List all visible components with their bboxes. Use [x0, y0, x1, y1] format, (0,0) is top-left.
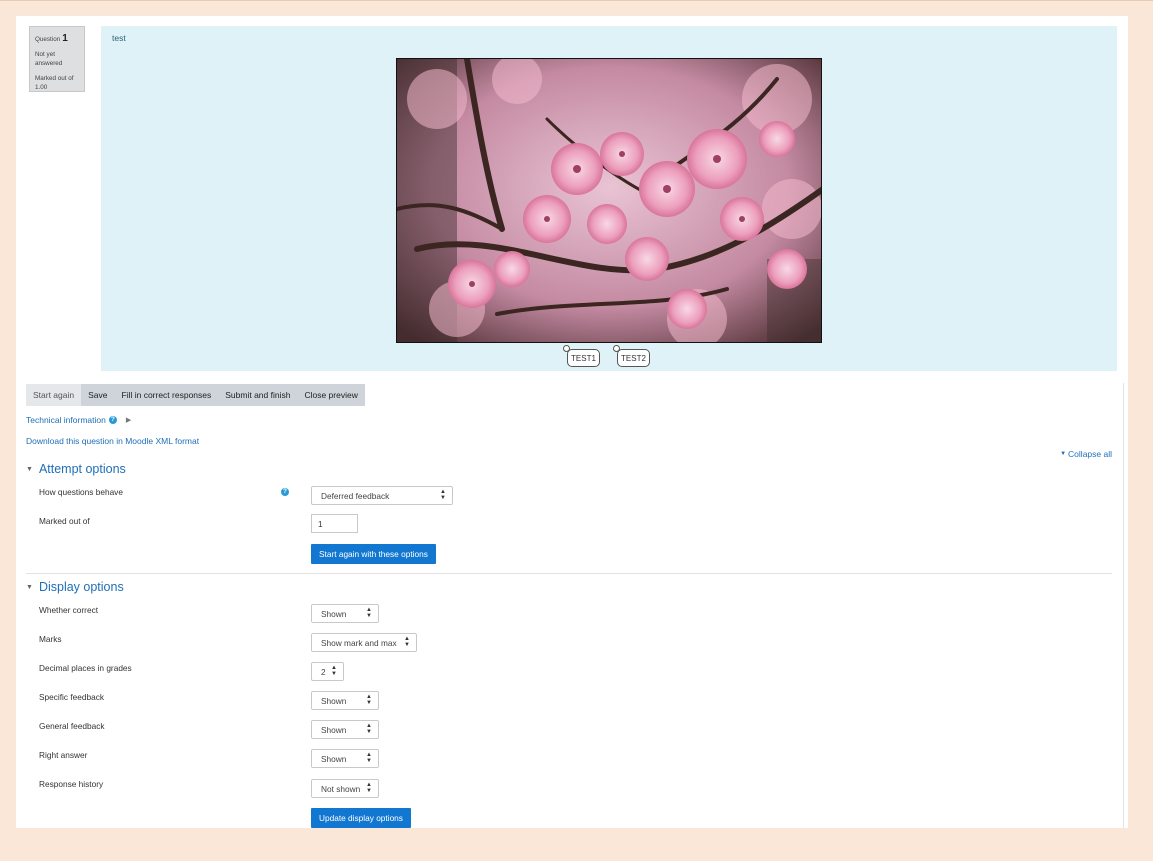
collapse-all-link[interactable]: ▼ Collapse all: [1060, 449, 1112, 459]
attempt-options-header[interactable]: ▼ Attempt options: [26, 462, 126, 476]
general-feedback-label: General feedback: [39, 721, 105, 731]
start-again-with-options-button[interactable]: Start again with these options: [311, 544, 436, 564]
drag-item-test2[interactable]: TEST2: [613, 345, 650, 367]
question-controls: Start again Save Fill in correct respons…: [26, 384, 365, 406]
whether-correct-select[interactable]: Shown ▲ ▼: [311, 604, 379, 623]
drag-item-label: TEST2: [621, 353, 646, 363]
response-history-select[interactable]: Not shown ▲ ▼: [311, 779, 379, 798]
display-options-header[interactable]: ▼ Display options: [26, 580, 124, 594]
whether-correct-value: Shown: [321, 608, 347, 619]
update-display-options-button[interactable]: Update display options: [311, 808, 411, 828]
start-again-button[interactable]: Start again: [26, 384, 82, 406]
drag-item-label: TEST1: [571, 353, 596, 363]
specific-feedback-value: Shown: [321, 695, 347, 706]
specific-feedback-label: Specific feedback: [39, 692, 105, 702]
general-feedback-select[interactable]: Shown ▲ ▼: [311, 720, 379, 739]
right-answer-label: Right answer: [39, 750, 88, 760]
preview-page: Question 1 Not yet answered Marked out o…: [16, 16, 1128, 828]
response-history-label: Response history: [39, 779, 104, 789]
drag-handle[interactable]: [563, 345, 570, 352]
right-answer-select[interactable]: Shown ▲ ▼: [311, 749, 379, 768]
marks-value: Show mark and max: [321, 637, 397, 648]
save-button[interactable]: Save: [81, 384, 114, 406]
background-image: [396, 58, 822, 343]
marked-out-of-input[interactable]: 1: [311, 514, 358, 533]
question-state: Not yet answered: [35, 51, 63, 68]
whether-correct-label: Whether correct: [39, 605, 99, 615]
attempt-options-title[interactable]: Attempt options: [39, 462, 126, 476]
right-answer-value: Shown: [321, 753, 347, 764]
question-number: 1: [62, 33, 68, 44]
select-arrows-icon: ▲ ▼: [440, 489, 446, 501]
response-history-value: Not shown: [321, 783, 361, 794]
collapse-icon[interactable]: ▼: [26, 466, 33, 473]
page-right-border: [1123, 383, 1124, 828]
page-top-line: [0, 0, 1153, 1]
question-text: test: [112, 33, 126, 43]
question-number-line: Question 1: [35, 31, 79, 46]
decimal-places-select[interactable]: 2 ▲ ▼: [311, 662, 344, 681]
question-prefix: Question: [35, 36, 61, 43]
section-divider: [26, 573, 1112, 574]
marks-select[interactable]: Show mark and max ▲ ▼: [311, 633, 417, 652]
behaviour-label: How questions behave: [39, 487, 123, 497]
collapse-icon[interactable]: ▼: [26, 584, 33, 591]
display-options-title[interactable]: Display options: [39, 580, 124, 594]
select-arrows-icon: ▲ ▼: [366, 782, 372, 794]
submit-finish-button[interactable]: Submit and finish: [218, 384, 297, 406]
question-marked-out-of: Marked out of 1.00: [35, 74, 74, 92]
specific-feedback-select[interactable]: Shown ▲ ▼: [311, 691, 379, 710]
close-preview-button[interactable]: Close preview: [297, 384, 364, 406]
decimal-places-value: 2: [321, 666, 326, 677]
help-icon[interactable]: ?: [281, 488, 289, 496]
select-arrows-icon: ▲ ▼: [404, 636, 410, 648]
question-info-box: Question 1 Not yet answered Marked out o…: [29, 26, 85, 92]
marks-label: Marks: [39, 634, 62, 644]
help-icon[interactable]: ?: [108, 416, 117, 424]
drag-handle[interactable]: [613, 345, 620, 352]
download-xml-link[interactable]: Download this question in Moodle XML for…: [26, 436, 199, 446]
select-arrows-icon: ▲ ▼: [366, 694, 372, 706]
technical-info-link[interactable]: Technical information ? ▶: [26, 415, 131, 425]
fill-correct-button[interactable]: Fill in correct responses: [115, 384, 219, 406]
expand-right-icon[interactable]: ▶: [126, 416, 131, 424]
technical-info-label[interactable]: Technical information: [26, 415, 106, 425]
marked-out-of-label: Marked out of: [39, 516, 90, 526]
cherry-blossom-image: [397, 59, 821, 342]
collapse-all-label[interactable]: Collapse all: [1068, 449, 1112, 459]
general-feedback-value: Shown: [321, 724, 347, 735]
drag-item-test1[interactable]: TEST1: [563, 345, 600, 367]
behaviour-select[interactable]: Deferred feedback ▲ ▼: [311, 486, 453, 505]
question-formulation: test TEST1 TEST2: [101, 26, 1117, 371]
select-arrows-icon: ▲ ▼: [331, 665, 337, 677]
select-arrows-icon: ▲ ▼: [366, 607, 372, 619]
select-arrows-icon: ▲ ▼: [366, 752, 372, 764]
decimal-places-label: Decimal places in grades: [39, 663, 132, 673]
triangle-down-icon: ▼: [1060, 451, 1067, 457]
behaviour-selected-value: Deferred feedback: [321, 490, 390, 501]
select-arrows-icon: ▲ ▼: [366, 723, 372, 735]
